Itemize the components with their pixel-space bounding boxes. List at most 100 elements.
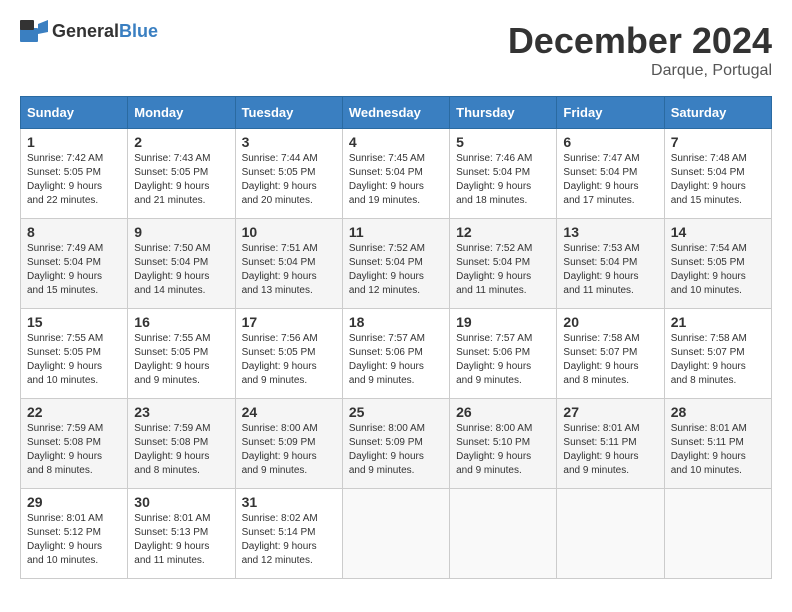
day-info: Sunrise: 7:45 AMSunset: 5:04 PMDaylight:… [349, 153, 425, 206]
day-info: Sunrise: 7:44 AMSunset: 5:05 PMDaylight:… [242, 153, 318, 206]
day-number: 5 [456, 134, 550, 150]
day-number: 25 [349, 404, 443, 420]
calendar-week-row: 15 Sunrise: 7:55 AMSunset: 5:05 PMDayligh… [21, 309, 772, 399]
day-info: Sunrise: 7:50 AMSunset: 5:04 PMDaylight:… [134, 243, 210, 296]
header-row: SundayMondayTuesdayWednesdayThursdayFrid… [21, 97, 772, 129]
calendar-cell: 17Sunrise: 7:56 AMSunset: 5:05 PMDayligh… [235, 309, 342, 399]
calendar-cell: 3 Sunrise: 7:44 AMSunset: 5:05 PMDaylight… [235, 129, 342, 219]
month-title: December 2024 [508, 20, 772, 62]
day-number: 13 [563, 224, 657, 240]
day-info: Sunrise: 7:57 AMSunset: 5:06 PMDaylight:… [456, 333, 532, 386]
day-number: 30 [134, 494, 228, 510]
calendar-week-row: 22 Sunrise: 7:59 AMSunset: 5:08 PMDayligh… [21, 399, 772, 489]
calendar-cell: 18 Sunrise: 7:57 AMSunset: 5:06 PMDayligh… [342, 309, 449, 399]
calendar-cell: 24 Sunrise: 8:00 AMSunset: 5:09 PMDayligh… [235, 399, 342, 489]
day-number: 4 [349, 134, 443, 150]
day-number: 18 [349, 314, 443, 330]
day-number: 22 [27, 404, 121, 420]
day-info: Sunrise: 7:47 AMSunset: 5:04 PMDaylight:… [563, 153, 639, 206]
calendar-cell: 9 Sunrise: 7:50 AMSunset: 5:04 PMDaylight… [128, 219, 235, 309]
calendar-week-row: 1 Sunrise: 7:42 AMSunset: 5:05 PMDaylight… [21, 129, 772, 219]
day-info: Sunrise: 7:42 AMSunset: 5:05 PMDaylight:… [27, 153, 103, 206]
calendar-cell: 15 Sunrise: 7:55 AMSunset: 5:05 PMDayligh… [21, 309, 128, 399]
calendar-table: SundayMondayTuesdayWednesdayThursdayFrid… [20, 96, 772, 579]
day-number: 3 [242, 134, 336, 150]
day-number: 1 [27, 134, 121, 150]
day-number: 6 [563, 134, 657, 150]
day-info: Sunrise: 7:57 AMSunset: 5:06 PMDaylight:… [349, 333, 425, 386]
location-title: Darque, Portugal [508, 62, 772, 80]
calendar-cell: 19 Sunrise: 7:57 AMSunset: 5:06 PMDayligh… [450, 309, 557, 399]
calendar-cell [664, 489, 771, 579]
day-info: Sunrise: 8:02 AMSunset: 5:14 PMDaylight:… [242, 513, 318, 566]
day-number: 12 [456, 224, 550, 240]
calendar-cell: 1 Sunrise: 7:42 AMSunset: 5:05 PMDaylight… [21, 129, 128, 219]
day-number: 23 [134, 404, 228, 420]
day-info: Sunrise: 7:53 AMSunset: 5:04 PMDaylight:… [563, 243, 639, 296]
calendar-cell: 7 Sunrise: 7:48 AMSunset: 5:04 PMDaylight… [664, 129, 771, 219]
calendar-body: 1 Sunrise: 7:42 AMSunset: 5:05 PMDaylight… [21, 129, 772, 579]
day-info: Sunrise: 8:01 AMSunset: 5:11 PMDaylight:… [563, 423, 639, 476]
day-info: Sunrise: 8:00 AMSunset: 5:09 PMDaylight:… [349, 423, 425, 476]
day-info: Sunrise: 7:52 AMSunset: 5:04 PMDaylight:… [349, 243, 425, 296]
day-info: Sunrise: 7:51 AMSunset: 5:04 PMDaylight:… [242, 243, 318, 296]
calendar-cell: 30 Sunrise: 8:01 AMSunset: 5:13 PMDayligh… [128, 489, 235, 579]
day-number: 27 [563, 404, 657, 420]
day-info: Sunrise: 8:01 AMSunset: 5:12 PMDaylight:… [27, 513, 103, 566]
header-day-thursday: Thursday [450, 97, 557, 129]
day-number: 15 [27, 314, 121, 330]
day-info: Sunrise: 8:00 AMSunset: 5:09 PMDaylight:… [242, 423, 318, 476]
calendar-header: SundayMondayTuesdayWednesdayThursdayFrid… [21, 97, 772, 129]
day-number: 10 [242, 224, 336, 240]
calendar-cell: 5 Sunrise: 7:46 AMSunset: 5:04 PMDaylight… [450, 129, 557, 219]
day-info: Sunrise: 7:58 AMSunset: 5:07 PMDaylight:… [671, 333, 747, 386]
day-info: Sunrise: 8:01 AMSunset: 5:13 PMDaylight:… [134, 513, 210, 566]
calendar-cell: 14Sunrise: 7:54 AMSunset: 5:05 PMDayligh… [664, 219, 771, 309]
day-number: 16 [134, 314, 228, 330]
day-info: Sunrise: 7:52 AMSunset: 5:04 PMDaylight:… [456, 243, 532, 296]
logo-icon [20, 20, 48, 42]
calendar-cell: 31Sunrise: 8:02 AMSunset: 5:14 PMDayligh… [235, 489, 342, 579]
day-number: 29 [27, 494, 121, 510]
calendar-cell: 23Sunrise: 7:59 AMSunset: 5:08 PMDayligh… [128, 399, 235, 489]
calendar-cell: 6 Sunrise: 7:47 AMSunset: 5:04 PMDaylight… [557, 129, 664, 219]
page-header: GeneralBlue December 2024 Darque, Portug… [20, 20, 772, 80]
calendar-cell: 11 Sunrise: 7:52 AMSunset: 5:04 PMDayligh… [342, 219, 449, 309]
day-number: 28 [671, 404, 765, 420]
calendar-cell: 2Sunrise: 7:43 AMSunset: 5:05 PMDaylight… [128, 129, 235, 219]
day-info: Sunrise: 7:46 AMSunset: 5:04 PMDaylight:… [456, 153, 532, 206]
day-info: Sunrise: 8:00 AMSunset: 5:10 PMDaylight:… [456, 423, 532, 476]
day-number: 17 [242, 314, 336, 330]
calendar-cell: 25 Sunrise: 8:00 AMSunset: 5:09 PMDayligh… [342, 399, 449, 489]
calendar-week-row: 8Sunrise: 7:49 AMSunset: 5:04 PMDaylight… [21, 219, 772, 309]
calendar-cell [557, 489, 664, 579]
header-day-friday: Friday [557, 97, 664, 129]
day-info: Sunrise: 7:55 AMSunset: 5:05 PMDaylight:… [134, 333, 210, 386]
day-number: 24 [242, 404, 336, 420]
day-info: Sunrise: 7:59 AMSunset: 5:08 PMDaylight:… [27, 423, 103, 476]
header-day-saturday: Saturday [664, 97, 771, 129]
day-number: 19 [456, 314, 550, 330]
calendar-cell: 27 Sunrise: 8:01 AMSunset: 5:11 PMDayligh… [557, 399, 664, 489]
day-info: Sunrise: 7:49 AMSunset: 5:04 PMDaylight:… [27, 243, 103, 296]
calendar-cell: 20 Sunrise: 7:58 AMSunset: 5:07 PMDayligh… [557, 309, 664, 399]
day-number: 9 [134, 224, 228, 240]
logo: GeneralBlue [20, 20, 158, 42]
calendar-cell: 22 Sunrise: 7:59 AMSunset: 5:08 PMDayligh… [21, 399, 128, 489]
day-info: Sunrise: 7:55 AMSunset: 5:05 PMDaylight:… [27, 333, 103, 386]
calendar-cell: 21 Sunrise: 7:58 AMSunset: 5:07 PMDayligh… [664, 309, 771, 399]
day-number: 11 [349, 224, 443, 240]
calendar-cell: 26Sunrise: 8:00 AMSunset: 5:10 PMDayligh… [450, 399, 557, 489]
day-number: 20 [563, 314, 657, 330]
calendar-cell: 13 Sunrise: 7:53 AMSunset: 5:04 PMDayligh… [557, 219, 664, 309]
day-info: Sunrise: 7:48 AMSunset: 5:04 PMDaylight:… [671, 153, 747, 206]
header-day-wednesday: Wednesday [342, 97, 449, 129]
calendar-cell [450, 489, 557, 579]
day-number: 7 [671, 134, 765, 150]
day-info: Sunrise: 7:58 AMSunset: 5:07 PMDaylight:… [563, 333, 639, 386]
calendar-cell: 4 Sunrise: 7:45 AMSunset: 5:04 PMDaylight… [342, 129, 449, 219]
day-number: 21 [671, 314, 765, 330]
logo-general-text: General [52, 21, 119, 42]
calendar-cell: 16 Sunrise: 7:55 AMSunset: 5:05 PMDayligh… [128, 309, 235, 399]
calendar-cell [342, 489, 449, 579]
